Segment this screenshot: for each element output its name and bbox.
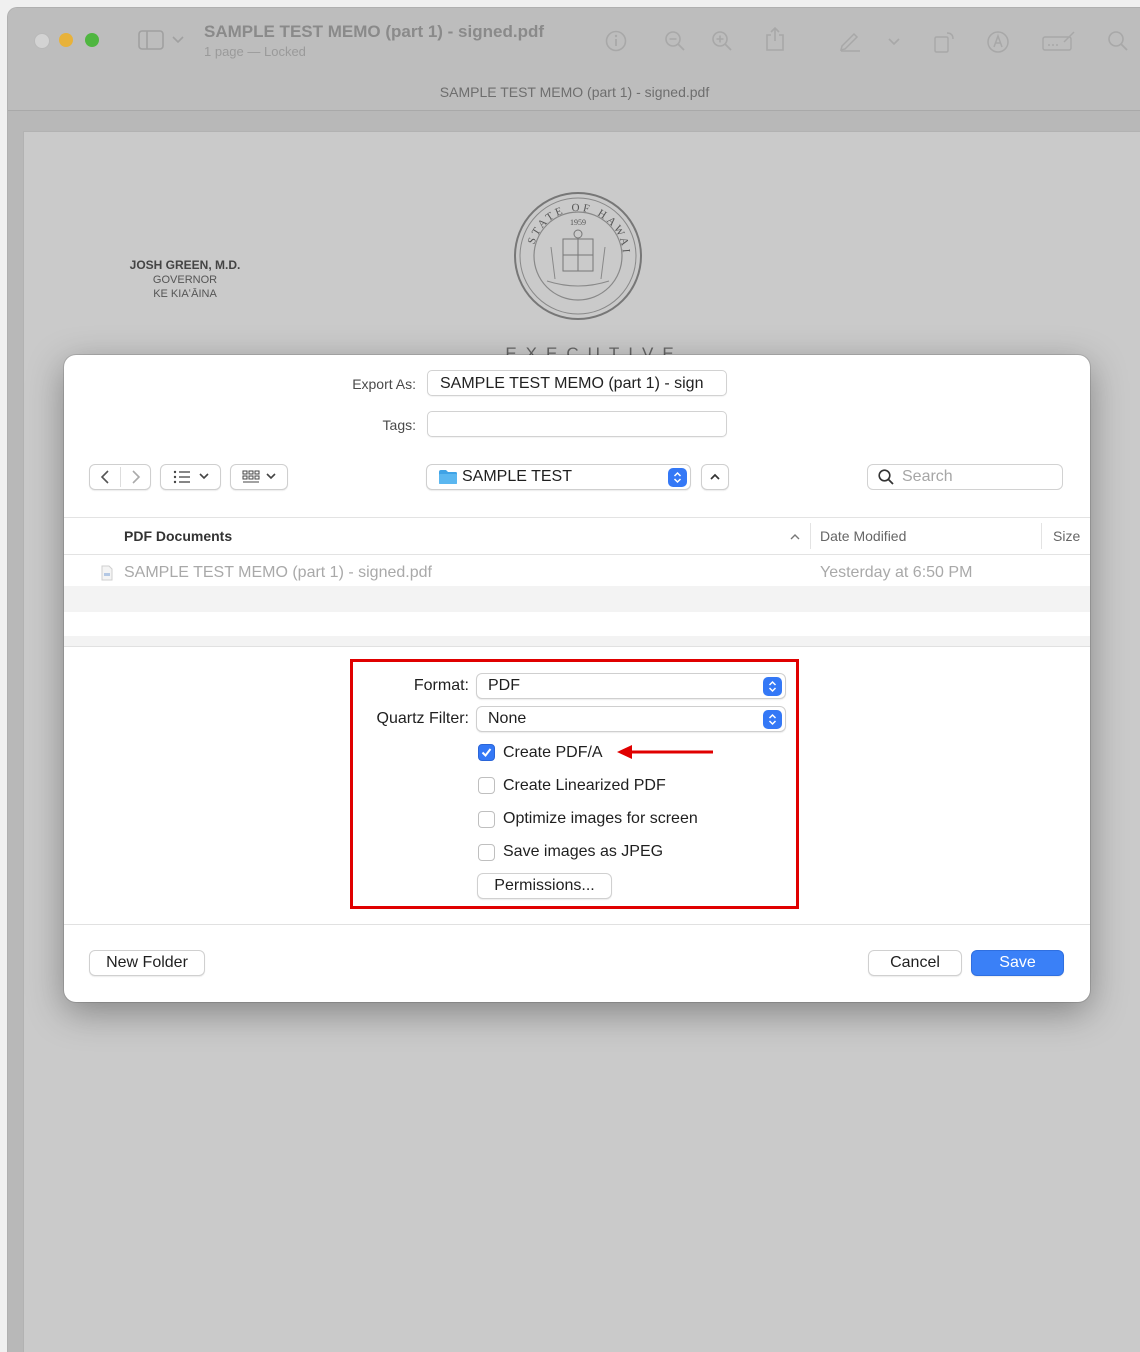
governor-title: GOVERNOR: [152, 274, 218, 286]
chevron-down-icon[interactable]: [888, 38, 900, 46]
chevron-down-icon: [198, 473, 209, 480]
divider: [64, 924, 1090, 925]
updown-stepper-icon: [763, 677, 782, 696]
search-field[interactable]: Search: [867, 464, 1063, 490]
export-as-field[interactable]: SAMPLE TEST MEMO (part 1) - sign: [427, 370, 727, 396]
create-pdfa-checkbox[interactable]: [478, 744, 495, 761]
cancel-button[interactable]: Cancel: [868, 950, 962, 976]
title-bar: SAMPLE TEST MEMO (part 1) - signed.pdf 1…: [8, 8, 1140, 111]
create-linearized-pdf-label[interactable]: Create Linearized PDF: [503, 777, 666, 795]
governor-block: JOSH GREEN, M.D. GOVERNOR KE KIAʻĀINA: [110, 258, 260, 301]
chevron-right-icon[interactable]: [131, 470, 141, 484]
file-name: SAMPLE TEST MEMO (part 1) - signed.pdf: [124, 564, 432, 581]
file-date: Yesterday at 6:50 PM: [820, 564, 973, 581]
document-status: 1 page — Locked: [204, 44, 306, 59]
create-pdfa-label[interactable]: Create PDF/A: [503, 744, 603, 762]
grid-icon: [242, 470, 260, 483]
folder-icon: [439, 470, 457, 484]
chevron-down-icon[interactable]: [172, 36, 184, 44]
svg-text:1959: 1959: [570, 218, 586, 227]
group-view-button[interactable]: [230, 464, 288, 490]
list-empty-row: [64, 636, 1090, 646]
minimize-window-button[interactable]: [59, 33, 73, 47]
column-date-modified[interactable]: Date Modified: [820, 528, 906, 544]
divider: [64, 646, 1090, 647]
tags-label: Tags:: [382, 417, 416, 433]
quartz-filter-label: Quartz Filter:: [376, 710, 469, 727]
info-icon[interactable]: [605, 30, 627, 52]
zoom-out-icon[interactable]: [664, 30, 686, 52]
list-empty-row: [64, 586, 1090, 612]
rotate-icon[interactable]: [933, 30, 957, 54]
save-jpeg-checkbox[interactable]: [478, 844, 495, 861]
location-label: SAMPLE TEST: [462, 468, 572, 485]
save-button[interactable]: Save: [971, 950, 1064, 976]
list-icon: [173, 470, 190, 484]
expand-collapse-button[interactable]: [701, 464, 729, 490]
chevron-left-icon[interactable]: [100, 470, 110, 484]
checkmark-icon: [481, 748, 492, 758]
format-popup[interactable]: PDF: [476, 673, 786, 699]
permissions-button[interactable]: Permissions...: [477, 873, 612, 899]
format-label: Format:: [413, 677, 469, 694]
quartz-filter-popup[interactable]: None: [476, 706, 786, 732]
sidebar-icon[interactable]: [138, 30, 164, 50]
create-linearized-pdf-checkbox[interactable]: [478, 777, 495, 794]
updown-stepper-icon: [668, 468, 687, 487]
column-name[interactable]: PDF Documents: [124, 528, 232, 544]
file-row[interactable]: SAMPLE TEST MEMO (part 1) - signed.pdf Y…: [64, 561, 1090, 587]
updown-stepper-icon: [763, 710, 782, 729]
quartz-filter-value: None: [488, 710, 527, 727]
back-forward-control[interactable]: [89, 464, 151, 490]
governor-name: JOSH GREEN, M.D.: [129, 258, 241, 272]
column-size[interactable]: Size: [1053, 528, 1080, 544]
window-tab-title: SAMPLE TEST MEMO (part 1) - signed.pdf: [439, 84, 710, 100]
red-arrow-annotation: [617, 745, 713, 759]
state-seal-icon: STATE OF HAWAII 1959: [513, 191, 642, 320]
search-icon: [878, 469, 894, 485]
chevron-up-icon: [710, 473, 720, 480]
form-icon[interactable]: [1042, 30, 1076, 52]
search-icon[interactable]: [1107, 30, 1129, 52]
list-view-button[interactable]: [160, 464, 221, 490]
zoom-window-button[interactable]: [85, 33, 99, 47]
export-as-label: Export As:: [352, 376, 416, 392]
format-value: PDF: [488, 677, 520, 694]
zoom-in-icon[interactable]: [711, 30, 733, 52]
save-jpeg-label[interactable]: Save images as JPEG: [503, 843, 663, 861]
search-placeholder: Search: [902, 468, 953, 485]
location-popup[interactable]: SAMPLE TEST: [426, 464, 691, 490]
document-title: SAMPLE TEST MEMO (part 1) - signed.pdf: [204, 22, 544, 41]
close-window-button[interactable]: [34, 33, 50, 49]
sort-ascending-icon[interactable]: [790, 533, 800, 540]
export-dialog: Export As: SAMPLE TEST MEMO (part 1) - s…: [64, 355, 1090, 1002]
annotate-icon[interactable]: [986, 30, 1010, 54]
file-list-header: PDF Documents Date Modified Size: [64, 517, 1090, 555]
pdf-file-icon: [101, 565, 113, 581]
new-folder-button[interactable]: New Folder: [89, 950, 205, 976]
chevron-down-icon: [266, 473, 276, 480]
optimize-images-checkbox[interactable]: [478, 811, 495, 828]
governor-title-hawaiian: KE KIAʻĀINA: [153, 288, 217, 300]
tags-field[interactable]: [427, 411, 727, 437]
share-icon[interactable]: [764, 26, 786, 52]
markup-icon[interactable]: [838, 30, 862, 52]
optimize-images-label[interactable]: Optimize images for screen: [503, 810, 698, 828]
